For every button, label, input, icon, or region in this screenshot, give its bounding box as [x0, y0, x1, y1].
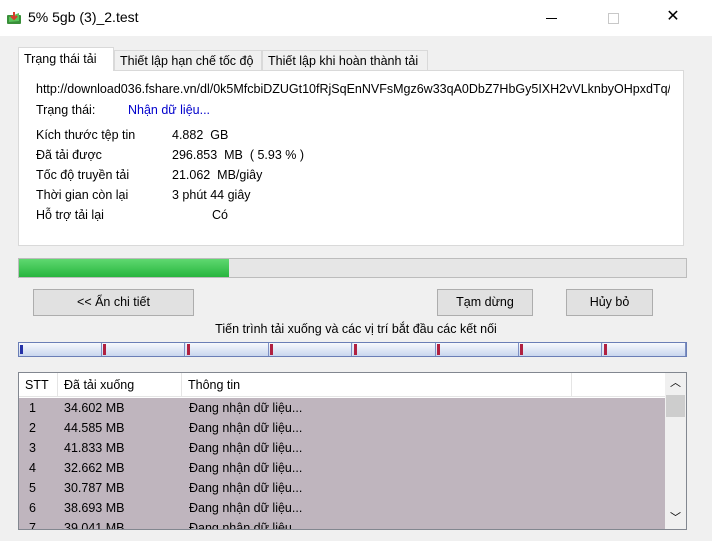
table-row[interactable]: 6 38.693 MB Đang nhận dữ liệu...: [19, 498, 665, 518]
transfer-rate-label: Tốc độ truyền tải: [36, 168, 130, 182]
connections-list[interactable]: STT Đã tải xuống Thông tin 1 34.602 MB Đan…: [18, 372, 687, 530]
connection-segment: [436, 343, 519, 356]
row-info: Đang nhận dữ liệu...: [189, 521, 303, 530]
table-row[interactable]: 7 39.041 MB Đang nhận dữ liệu...: [19, 518, 665, 530]
row-downloaded: 34.602 MB: [64, 401, 125, 415]
table-row[interactable]: 5 30.787 MB Đang nhận dữ liệu...: [19, 478, 665, 498]
download-progress-bar: [18, 258, 687, 278]
row-number: 4: [29, 461, 36, 475]
table-row[interactable]: 2 44.585 MB Đang nhận dữ liệu...: [19, 418, 665, 438]
row-number: 7: [29, 521, 36, 530]
time-left-value: 3 phút 44 giây: [172, 188, 251, 202]
row-info: Đang nhận dữ liệu...: [189, 481, 303, 495]
row-number: 5: [29, 481, 36, 495]
connection-segment: [269, 343, 352, 356]
status-label: Trạng thái:: [36, 103, 96, 117]
connection-start-marker: [354, 344, 357, 355]
idm-download-icon: [7, 12, 21, 24]
maximize-button: [590, 0, 636, 34]
connection-start-marker: [437, 344, 440, 355]
connection-segment: [186, 343, 269, 356]
connection-segment: [102, 343, 185, 356]
row-downloaded: 30.787 MB: [64, 481, 125, 495]
scroll-thumb[interactable]: [666, 395, 685, 417]
row-info: Đang nhận dữ liệu...: [189, 501, 303, 515]
minimize-button[interactable]: [528, 0, 574, 34]
resume-support-value: Có: [212, 208, 228, 222]
time-left-label: Thời gian còn lại: [36, 188, 129, 202]
connection-segment: [353, 343, 436, 356]
table-row[interactable]: 1 34.602 MB Đang nhận dữ liệu...: [19, 398, 665, 418]
connections-progress-bar: [18, 342, 687, 357]
row-number: 3: [29, 441, 36, 455]
column-header-stt[interactable]: STT: [19, 373, 58, 397]
cancel-button[interactable]: Hủy bỏ: [566, 289, 653, 316]
row-number: 2: [29, 421, 36, 435]
list-scrollbar[interactable]: ︿ ﹀: [665, 373, 686, 529]
row-downloaded: 39.041 MB: [64, 521, 125, 530]
file-size-label: Kích thước tệp tin: [36, 128, 136, 142]
column-header-empty[interactable]: [572, 373, 665, 397]
row-number: 6: [29, 501, 36, 515]
status-value: Nhận dữ liệu...: [128, 103, 211, 117]
row-downloaded: 38.693 MB: [64, 501, 125, 515]
row-info: Đang nhận dữ liệu...: [189, 401, 303, 415]
row-downloaded: 41.833 MB: [64, 441, 125, 455]
connection-segment: [519, 343, 602, 356]
window-title: 5% 5gb (3)_2.test: [28, 9, 139, 25]
resume-support-label: Hỗ trợ tải lại: [36, 208, 104, 222]
progress-fill: [19, 259, 229, 277]
table-row[interactable]: 3 41.833 MB Đang nhận dữ liệu...: [19, 438, 665, 458]
connection-start-marker: [20, 345, 23, 354]
file-size-value: 4.882 GB: [172, 128, 229, 142]
list-rows: 1 34.602 MB Đang nhận dữ liệu... 2 44.585 M…: [19, 398, 665, 530]
tab-speed-limit[interactable]: Thiết lập hạn chế tốc độ: [114, 50, 262, 71]
tab-download-status[interactable]: Trạng thái tải: [18, 47, 114, 71]
downloaded-value: 296.853 MB ( 5.93 % ): [172, 148, 305, 162]
downloaded-label: Đã tải được: [36, 148, 102, 162]
table-row[interactable]: 4 32.662 MB Đang nhận dữ liệu...: [19, 458, 665, 478]
row-downloaded: 32.662 MB: [64, 461, 125, 475]
title-bar[interactable]: 5% 5gb (3)_2.test ✕: [0, 0, 712, 36]
connections-caption: Tiến trình tải xuống và các vị trí bắt đ…: [215, 322, 497, 336]
connection-segment: [19, 343, 102, 356]
minimize-icon: [545, 17, 557, 19]
tab-on-completion[interactable]: Thiết lập khi hoàn thành tải: [262, 50, 428, 71]
transfer-rate-value: 21.062 MB/giây: [172, 168, 263, 182]
column-header-downloaded[interactable]: Đã tải xuống: [58, 373, 182, 397]
row-info: Đang nhận dữ liệu...: [189, 461, 303, 475]
connection-start-marker: [187, 344, 190, 355]
scroll-down-arrow-icon[interactable]: ﹀: [665, 508, 686, 529]
connection-start-marker: [103, 344, 106, 355]
connection-segment: [603, 343, 686, 356]
list-header: STT Đã tải xuống Thông tin: [19, 373, 665, 397]
row-number: 1: [29, 401, 36, 415]
status-panel: http://download036.fshare.vn/dl/0k5Mfcbi…: [18, 70, 684, 246]
row-info: Đang nhận dữ liệu...: [189, 441, 303, 455]
maximize-icon: [607, 12, 619, 24]
hide-details-button[interactable]: << Ẩn chi tiết: [33, 289, 194, 316]
close-button[interactable]: ✕: [650, 0, 696, 34]
connection-start-marker: [604, 344, 607, 355]
download-url: http://download036.fshare.vn/dl/0k5Mfcbi…: [36, 82, 670, 96]
scroll-up-arrow-icon[interactable]: ︿: [665, 373, 686, 394]
column-header-info[interactable]: Thông tin: [182, 373, 572, 397]
connection-start-marker: [520, 344, 523, 355]
pause-button[interactable]: Tạm dừng: [437, 289, 533, 316]
row-info: Đang nhận dữ liệu...: [189, 421, 303, 435]
close-icon: ✕: [666, 8, 680, 25]
row-downloaded: 44.585 MB: [64, 421, 125, 435]
connection-start-marker: [270, 344, 273, 355]
